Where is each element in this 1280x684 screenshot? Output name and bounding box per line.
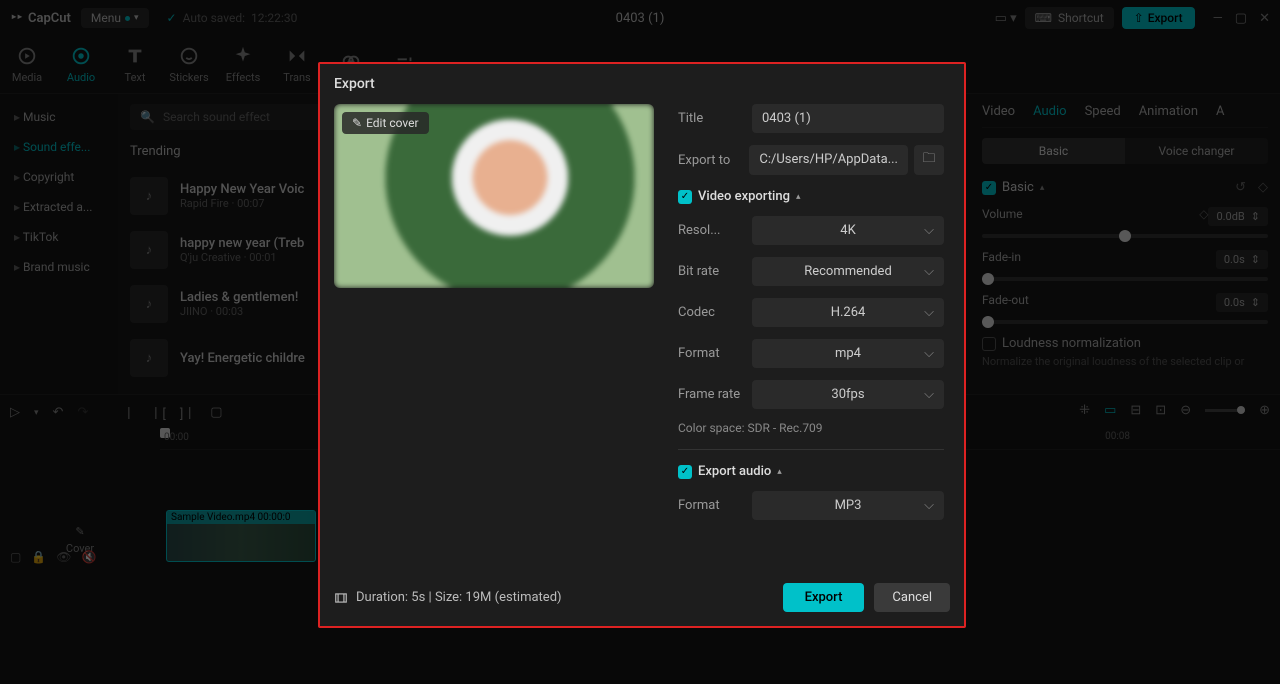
video-exporting-section[interactable]: ✓ Video exporting ▴ (678, 189, 944, 204)
duration-info: Duration: 5s | Size: 19M (estimated) (334, 590, 562, 605)
bitrate-select[interactable]: Recommended (752, 257, 944, 286)
film-icon (334, 591, 348, 605)
label-audio-format: Format (678, 498, 742, 513)
export-path-field[interactable]: C:/Users/HP/AppData... (749, 145, 908, 175)
colorspace-label: Color space: SDR - Rec.709 (678, 421, 944, 435)
label-title: Title (678, 111, 742, 126)
codec-select[interactable]: H.264 (752, 298, 944, 327)
export-audio-section[interactable]: ✓ Export audio ▴ (678, 464, 944, 479)
export-dialog: Export ✎ Edit cover Title Export to C:/U… (318, 62, 966, 628)
browse-folder-button[interactable]: 🗀 (914, 145, 944, 175)
resolution-select[interactable]: 4K (752, 216, 944, 245)
framerate-select[interactable]: 30fps (752, 380, 944, 409)
export-confirm-button[interactable]: Export (783, 583, 865, 612)
pencil-icon: ✎ (352, 116, 362, 130)
label-format: Format (678, 346, 742, 361)
label-framerate: Frame rate (678, 387, 742, 402)
label-exportto: Export to (678, 153, 739, 168)
format-select[interactable]: mp4 (752, 339, 944, 368)
cover-preview: ✎ Edit cover (334, 104, 654, 288)
label-bitrate: Bit rate (678, 264, 742, 279)
audio-format-select[interactable]: MP3 (752, 491, 944, 520)
label-resolution: Resol... (678, 223, 742, 238)
folder-icon: 🗀 (922, 149, 935, 171)
label-codec: Codec (678, 305, 742, 320)
cancel-button[interactable]: Cancel (874, 583, 950, 612)
title-input[interactable] (752, 104, 944, 133)
checkbox-on-icon[interactable]: ✓ (678, 465, 692, 479)
checkbox-on-icon[interactable]: ✓ (678, 190, 692, 204)
edit-cover-button[interactable]: ✎ Edit cover (342, 112, 429, 134)
dialog-title: Export (320, 64, 964, 104)
